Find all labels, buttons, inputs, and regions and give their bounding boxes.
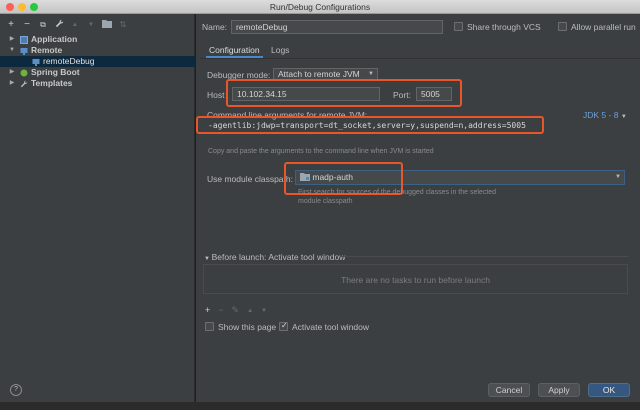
- title-bar: Run/Debug Configurations: [0, 0, 640, 14]
- module-classpath-label: Use module classpath:: [207, 174, 293, 184]
- application-icon: [20, 35, 28, 44]
- copy-icon[interactable]: ⧉: [38, 19, 48, 32]
- remove-icon[interactable]: −: [22, 19, 32, 32]
- chevron-right-icon[interactable]: ▶: [8, 67, 16, 78]
- chevron-right-icon[interactable]: ▶: [8, 34, 16, 45]
- cmd-args-hint: Copy and paste the arguments to the comm…: [208, 148, 434, 155]
- bottom-strip: [0, 402, 640, 410]
- sidebar-toolbar: + − ⧉ ▲ ▼ ⇅: [6, 19, 128, 32]
- port-field[interactable]: 5005: [416, 87, 452, 101]
- allow-parallel-checkbox[interactable]: [558, 22, 567, 31]
- move-task-up-icon[interactable]: ▲: [247, 305, 253, 317]
- move-up-icon[interactable]: ▲: [70, 19, 80, 32]
- sort-icon[interactable]: ⇅: [118, 19, 128, 32]
- show-page-checkbox[interactable]: [205, 322, 214, 331]
- tree-item-spring-boot[interactable]: ▶ Spring Boot: [0, 67, 195, 78]
- port-label: Port:: [393, 90, 411, 100]
- add-icon[interactable]: +: [6, 19, 16, 32]
- allow-parallel-label: Allow parallel run: [571, 22, 636, 32]
- edit-task-icon[interactable]: ✎: [232, 305, 240, 317]
- before-launch-divider: [340, 256, 628, 257]
- name-field[interactable]: remoteDebug: [231, 20, 443, 34]
- tab-logs[interactable]: Logs: [268, 42, 292, 58]
- chevron-right-icon[interactable]: ▶: [8, 78, 16, 89]
- tree-item-remote[interactable]: ▼ Remote: [0, 45, 195, 56]
- module-hint-line1: First search for sources of the debugged…: [298, 189, 497, 196]
- tree-item-remote-debug[interactable]: remoteDebug: [0, 56, 195, 67]
- window-title: Run/Debug Configurations: [269, 2, 371, 12]
- jdk-version-text: JDK 5 - 8: [583, 110, 619, 120]
- move-down-icon[interactable]: ▼: [86, 19, 96, 32]
- before-launch-header[interactable]: ▼ Before launch: Activate tool window: [204, 252, 345, 262]
- activate-tool-window-checkbox[interactable]: [279, 321, 288, 331]
- before-launch-label: Before launch: Activate tool window: [211, 252, 346, 262]
- configuration-tree: ▶ Application ▼ Remote remoteDebug ▶ Spr…: [0, 34, 195, 89]
- activate-tool-window-label: Activate tool window: [292, 322, 370, 332]
- move-task-down-icon[interactable]: ▼: [261, 305, 267, 317]
- tree-item-label: remoteDebug: [43, 56, 95, 66]
- before-launch-empty-text: There are no tasks to run before launch: [341, 275, 490, 285]
- jdk-version-link[interactable]: JDK 5 - 8 ▼: [583, 110, 627, 120]
- tab-divider: [200, 58, 640, 59]
- host-field[interactable]: 10.102.34.15: [232, 87, 380, 101]
- tree-item-application[interactable]: ▶ Application: [0, 34, 195, 45]
- before-launch-task-list[interactable]: There are no tasks to run before launch: [203, 264, 628, 294]
- ok-button[interactable]: OK: [588, 383, 630, 397]
- tab-configuration[interactable]: Configuration: [206, 42, 263, 58]
- remote-icon: [32, 58, 40, 66]
- debugger-mode-value: Attach to remote JVM: [278, 69, 360, 79]
- wrench-icon[interactable]: [54, 19, 64, 32]
- apply-button[interactable]: Apply: [538, 383, 580, 397]
- before-launch-toolbar: + − ✎ ▲ ▼: [205, 305, 267, 317]
- add-task-icon[interactable]: +: [205, 305, 210, 317]
- chevron-down-icon: ▼: [204, 256, 212, 262]
- help-button[interactable]: ?: [10, 384, 22, 396]
- folder-icon[interactable]: [102, 19, 112, 32]
- chevron-down-icon[interactable]: ▼: [8, 45, 16, 56]
- chevron-down-icon: ▼: [620, 114, 627, 120]
- tree-item-templates[interactable]: ▶ Templates: [0, 78, 195, 89]
- tree-item-label: Templates: [31, 78, 73, 88]
- share-vcs-checkbox[interactable]: [454, 22, 463, 31]
- chevron-down-icon: ▼: [615, 174, 621, 180]
- configurations-sidebar: + − ⧉ ▲ ▼ ⇅ ▶ Application ▼ Remote remot…: [0, 14, 195, 402]
- cancel-button[interactable]: Cancel: [488, 383, 530, 397]
- remove-task-icon[interactable]: −: [218, 305, 223, 317]
- tree-item-label: Spring Boot: [31, 67, 80, 77]
- host-label: Host: [207, 90, 225, 100]
- share-vcs-label: Share through VCS: [467, 22, 541, 32]
- cmd-args-field[interactable]: -agentlib:jdwp=transport=dt_socket,serve…: [208, 121, 526, 130]
- module-hint-line2: module classpath: [298, 198, 353, 205]
- tree-item-label: Application: [31, 34, 78, 44]
- tree-item-label: Remote: [31, 45, 63, 55]
- remote-icon: [20, 47, 28, 55]
- spring-boot-icon: [20, 69, 28, 76]
- show-page-label: Show this page: [218, 322, 277, 332]
- wrench-icon: [20, 80, 28, 87]
- name-label: Name:: [202, 22, 228, 32]
